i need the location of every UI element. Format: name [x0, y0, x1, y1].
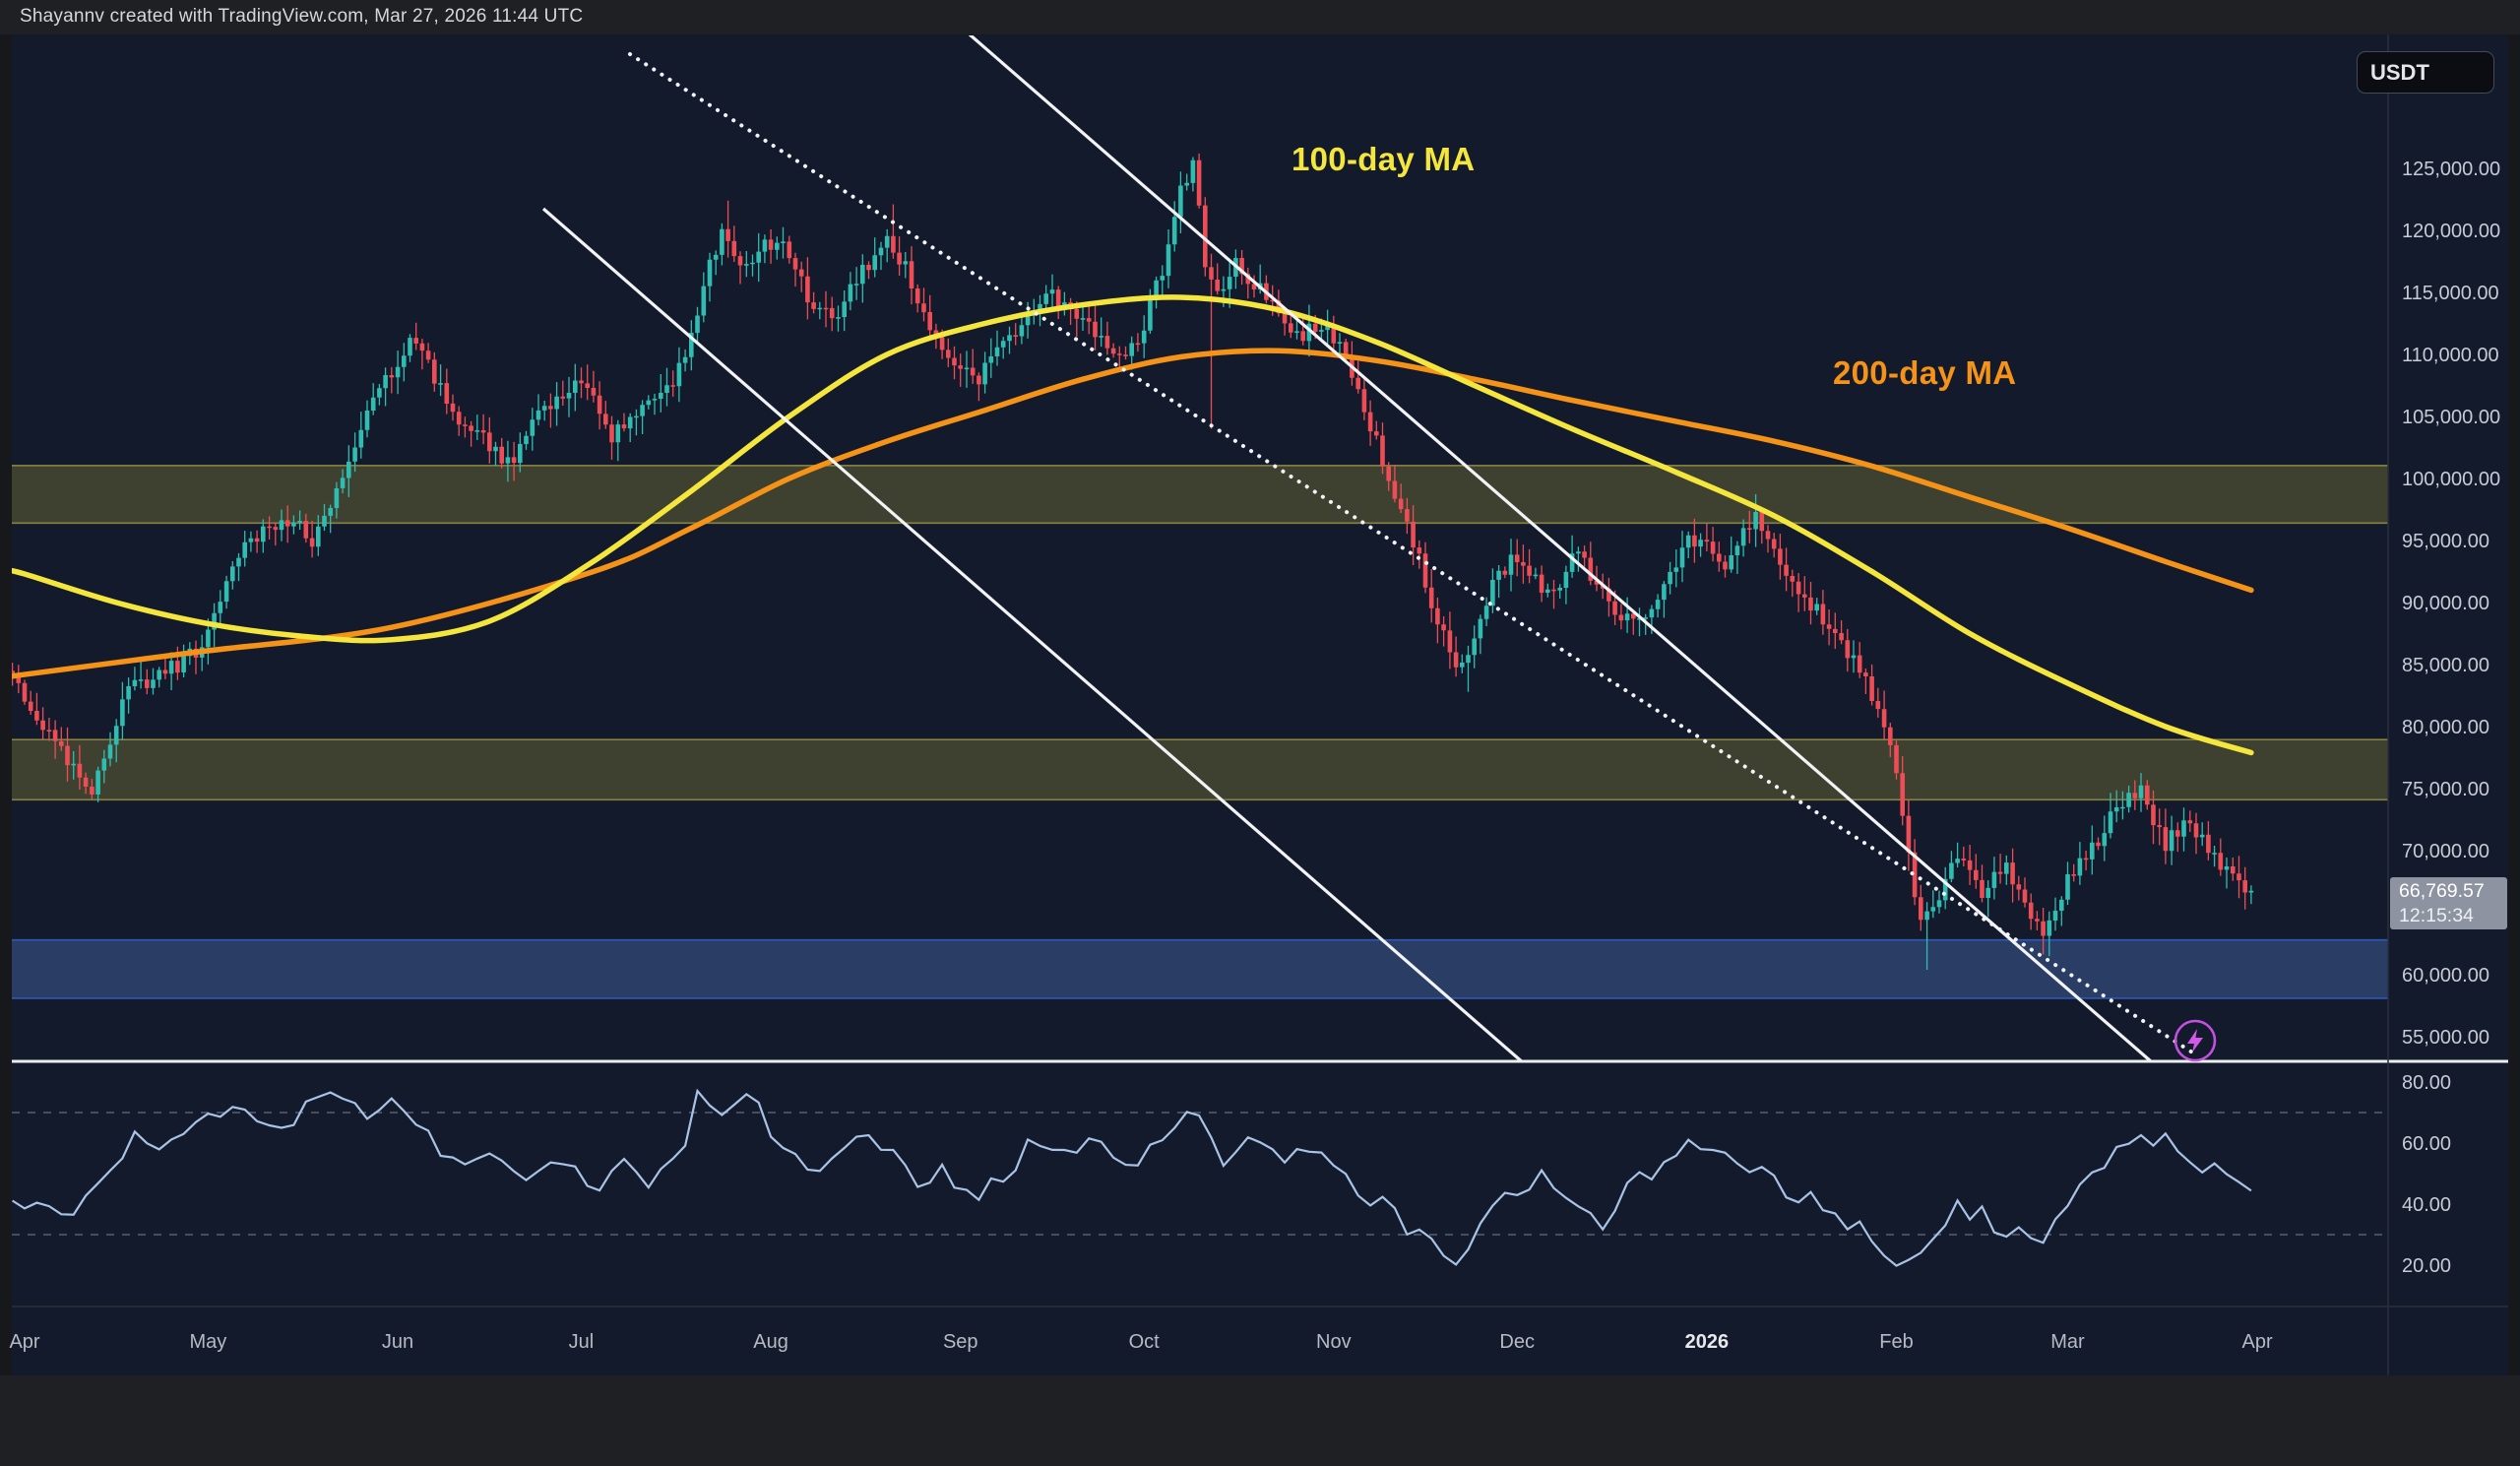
price-tick-label: 70,000.00 [2402, 841, 2489, 862]
currency-label: USDT [2370, 60, 2429, 86]
price-tick-label: 115,000.00 [2402, 283, 2499, 304]
rsi-tick-label: 20.00 [2402, 1255, 2451, 1277]
support-zone-mid [12, 739, 2388, 799]
price-tick-label: 100,000.00 [2402, 469, 2500, 490]
header-bar: Shayannv created with TradingView.com, M… [0, 0, 2520, 34]
price-tick-label: 90,000.00 [2402, 593, 2489, 614]
time-tick-label: Mar [2050, 1331, 2085, 1353]
ma100-text-annotation[interactable]: 100-day MA [1292, 141, 1475, 178]
time-tick-label: Apr [2242, 1331, 2273, 1353]
time-tick-label: Nov [1316, 1331, 1352, 1353]
time-tick-label: May [190, 1331, 227, 1353]
lightning-icon[interactable] [2172, 1017, 2219, 1064]
last-price-label: 66,769.57 12:15:34 [2390, 877, 2507, 929]
countdown-timer: 12:15:34 [2399, 904, 2507, 928]
price-tick-label: 55,000.00 [2402, 1027, 2489, 1049]
currency-toggle-button[interactable]: USDT [2357, 51, 2494, 94]
chart-background [12, 34, 2508, 1375]
price-tick-label: 75,000.00 [2402, 779, 2489, 800]
rsi-tick-label: 40.00 [2402, 1194, 2451, 1216]
footer-bar: TradingView [0, 1375, 2520, 1466]
rsi-tick-label: 80.00 [2402, 1072, 2451, 1094]
last-price-value: 66,769.57 [2399, 879, 2507, 904]
time-tick-label: Jul [569, 1331, 595, 1353]
tradingview-screenshot: Shayannv created with TradingView.com, M… [0, 0, 2520, 1466]
price-tick-label: 120,000.00 [2402, 221, 2500, 242]
chart-canvas[interactable]: 125,000.00 120,000.00 115,000.00 110,000.00… [0, 34, 2520, 1375]
time-tick-label: Oct [1129, 1331, 1161, 1353]
attribution-text: Shayannv created with TradingView.com, M… [20, 6, 583, 28]
time-tick-label: Aug [753, 1331, 788, 1353]
time-tick-label: Feb [1879, 1331, 1913, 1353]
time-tick-label: Dec [1499, 1331, 1535, 1353]
ma200-text-annotation[interactable]: 200-day MA [1833, 354, 2016, 392]
rsi-tick-label: 60.00 [2402, 1133, 2451, 1155]
time-tick-label: Apr [9, 1331, 39, 1353]
price-tick-label: 80,000.00 [2402, 717, 2489, 738]
price-tick-label: 110,000.00 [2402, 345, 2499, 366]
price-tick-label: 60,000.00 [2402, 965, 2489, 987]
time-tick-label: 2026 [1685, 1331, 1730, 1353]
price-tick-label: 95,000.00 [2402, 531, 2489, 552]
price-tick-label: 85,000.00 [2402, 655, 2489, 676]
price-tick-label: 125,000.00 [2402, 159, 2500, 180]
time-tick-label: Sep [943, 1331, 978, 1353]
price-tick-label: 105,000.00 [2402, 407, 2500, 428]
time-tick-label: Jun [382, 1331, 413, 1353]
